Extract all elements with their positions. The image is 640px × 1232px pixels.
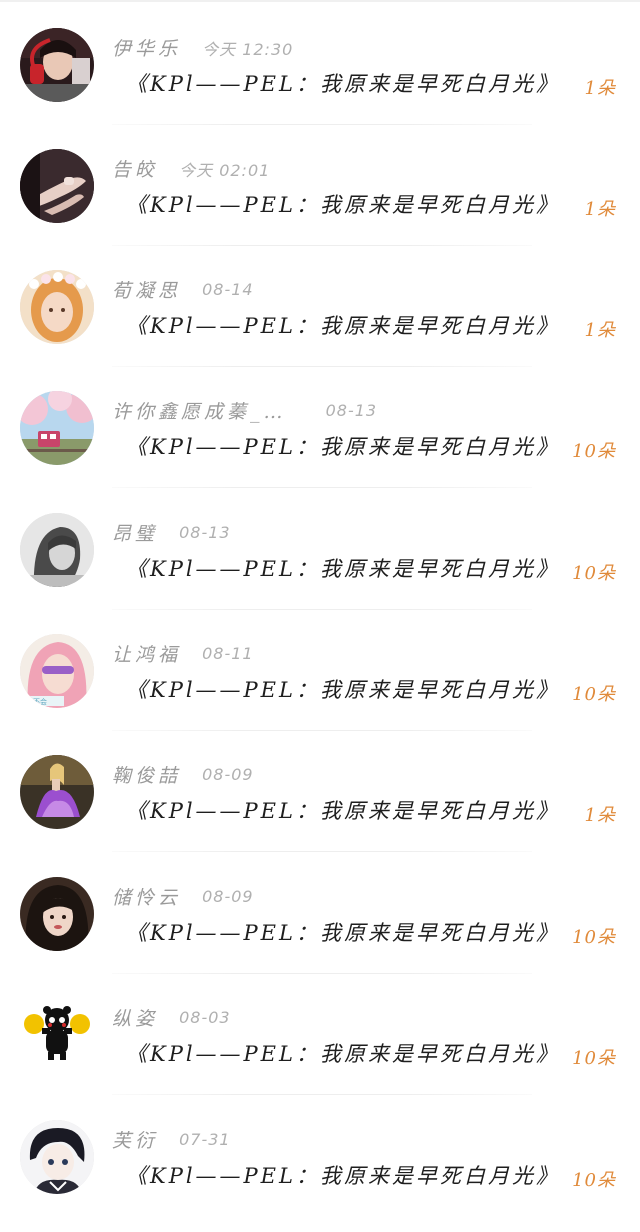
user-name[interactable]: 让鸿福 [112,640,181,667]
avatar-hands-image [20,149,94,223]
flower-count: 1朵 [584,805,616,826]
flower-count: 1朵 [584,199,616,220]
list-item[interactable]: 鞠俊喆 08-09 《KPl——PEL：我原来是早死白月光》 1朵 [0,731,640,852]
list-item[interactable]: 纵姿 08-03 《KPl——PEL：我原来是早死白月光》 10朵 [0,974,640,1095]
user-name[interactable]: 芙衍 [112,1126,158,1153]
gift-date: 08-11 [202,644,254,663]
user-name[interactable]: 许你鑫愿成蓁_… [112,397,287,424]
book-title[interactable]: 《KPl——PEL：我原来是早死白月光》 [126,917,560,951]
book-title[interactable]: 《KPl——PEL：我原来是早死白月光》 [126,68,560,102]
list-item[interactable]: 伊华乐 今天 12:30 《KPl——PEL：我原来是早死白月光》 1朵 [0,4,640,125]
user-avatar[interactable] [20,1120,94,1194]
user-name[interactable]: 纵姿 [112,1004,158,1031]
book-title[interactable]: 《KPl——PEL：我原来是早死白月光》 [126,1038,560,1072]
gift-date: 08-13 [325,401,378,420]
row-divider [112,851,532,852]
svg-text:的不会: 的不会 [26,697,47,706]
book-title[interactable]: 《KPl——PEL：我原来是早死白月光》 [126,795,560,829]
user-avatar[interactable] [20,270,94,344]
user-avatar[interactable] [20,513,94,587]
avatar-grayscale-girl-image [20,513,94,587]
user-avatar[interactable] [20,998,94,1072]
avatar-girl-flower-crown-image [20,270,94,344]
row-divider [112,487,532,488]
avatar-purple-dress-image [20,755,94,829]
gift-date: 08-09 [202,765,254,784]
list-item[interactable]: 昂璧 08-13 《KPl——PEL：我原来是早死白月光》 10朵 [0,489,640,610]
user-name[interactable]: 伊华乐 [112,34,181,61]
user-avatar[interactable] [20,28,94,102]
list-item[interactable]: 储怜云 08-09 《KPl——PEL：我原来是早死白月光》 10朵 [0,853,640,974]
gift-date: 07-31 [179,1130,231,1149]
book-title[interactable]: 《KPl——PEL：我原来是早死白月光》 [126,431,560,465]
row-divider [112,1094,532,1095]
list-item[interactable]: 告皎 今天 02:01 《KPl——PEL：我原来是早死白月光》 1朵 [0,125,640,246]
avatar-pink-hair-girl-image: 的不会 [20,634,94,708]
gift-date: 今天 12:30 [202,39,294,59]
avatar-kumamon-cheer-image [20,998,94,1072]
flower-count: 10朵 [572,1048,616,1069]
gift-date: 08-13 [179,523,231,542]
flower-count: 1朵 [584,78,616,99]
list-item[interactable]: 荀凝思 08-14 《KPl——PEL：我原来是早死白月光》 1朵 [0,246,640,367]
book-title[interactable]: 《KPl——PEL：我原来是早死白月光》 [126,553,560,587]
avatar-cherry-blossom-train-image [20,391,94,465]
flower-count: 1朵 [584,320,616,341]
list-item[interactable]: 许你鑫愿成蓁_… 08-13 《KPl——PEL：我原来是早死白月光》 10朵 [0,367,640,488]
gift-date: 今天 02:01 [179,160,271,180]
user-name[interactable]: 荀凝思 [112,276,181,303]
list-item[interactable]: 芙衍 07-31 《KPl——PEL：我原来是早死白月光》 10朵 [0,1096,640,1217]
book-title[interactable]: 《KPl——PEL：我原来是早死白月光》 [126,189,560,223]
flower-count: 10朵 [572,684,616,705]
user-avatar[interactable] [20,755,94,829]
user-name[interactable]: 鞠俊喆 [112,761,181,788]
flower-gift-list: 伊华乐 今天 12:30 《KPl——PEL：我原来是早死白月光》 1朵 告皎 … [0,0,640,1232]
book-title[interactable]: 《KPl——PEL：我原来是早死白月光》 [126,1160,560,1194]
flower-count: 10朵 [572,1170,616,1191]
gift-date: 08-14 [202,280,254,299]
avatar-man-red-headphones-image [20,28,94,102]
user-avatar[interactable] [20,877,94,951]
user-avatar[interactable]: 的不会 [20,634,94,708]
user-avatar[interactable] [20,391,94,465]
gift-date: 08-09 [202,887,254,906]
book-title[interactable]: 《KPl——PEL：我原来是早死白月光》 [126,310,560,344]
book-title[interactable]: 《KPl——PEL：我原来是早死白月光》 [126,674,560,708]
user-avatar[interactable] [20,149,94,223]
flower-count: 10朵 [572,441,616,462]
user-name[interactable]: 昂璧 [112,519,158,546]
avatar-anime-boy-image [20,1120,94,1194]
avatar-dark-hair-girl-image [20,877,94,951]
gift-date: 08-03 [179,1008,231,1027]
flower-count: 10朵 [572,563,616,584]
flower-count: 10朵 [572,927,616,948]
user-name[interactable]: 告皎 [112,155,158,182]
list-item[interactable]: 的不会 让鸿福 08-11 《KPl——PEL：我原来是早死白月光》 10朵 [0,610,640,731]
user-name[interactable]: 储怜云 [112,883,181,910]
